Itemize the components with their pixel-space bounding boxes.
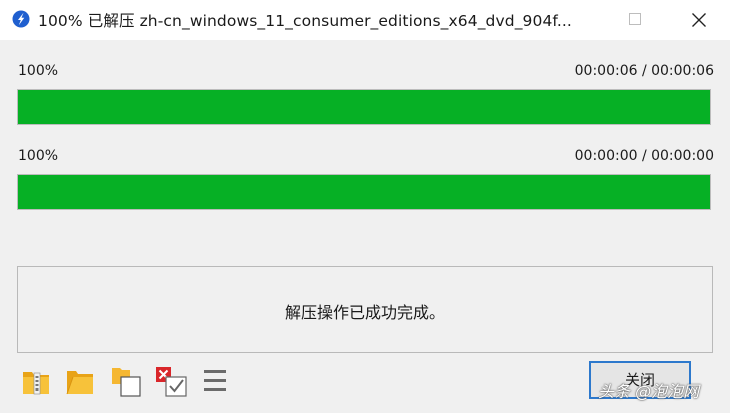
progress-percent-2: 100%	[18, 148, 59, 164]
title-bar[interactable]: 100% 已解压 zh-cn_windows_11_consumer_editi…	[0, 0, 730, 40]
maximize-icon	[629, 13, 641, 25]
progress-time-2: 00:00:00 / 00:00:00	[574, 148, 714, 164]
menu-icon[interactable]	[199, 364, 233, 398]
archive-folder-icon[interactable]	[20, 364, 54, 398]
minimize-icon	[559, 19, 571, 20]
progress-fill-2	[18, 175, 710, 209]
status-message-panel: 解压操作已成功完成。	[17, 266, 713, 353]
progress-bar-2	[17, 174, 711, 210]
copy-files-icon[interactable]	[108, 364, 142, 398]
progress-fill-1	[18, 90, 710, 124]
app-logo-icon	[12, 10, 30, 28]
status-message: 解压操作已成功完成。	[284, 303, 445, 322]
window-title: 100% 已解压 zh-cn_windows_11_consumer_editi…	[38, 12, 572, 30]
close-icon	[692, 13, 706, 27]
minimize-button[interactable]	[535, 0, 595, 40]
extraction-window: 100% 已解压 zh-cn_windows_11_consumer_editi…	[0, 0, 730, 413]
watermark-text: 头条 @泡泡网	[598, 382, 700, 401]
maximize-button[interactable]	[605, 0, 665, 40]
window-close-button[interactable]	[668, 0, 728, 40]
open-folder-icon[interactable]	[64, 364, 98, 398]
progress-time-1: 00:00:06 / 00:00:06	[574, 63, 714, 79]
progress-bar-1	[17, 89, 711, 125]
progress-percent-1: 100%	[18, 63, 59, 79]
delete-checkbox-icon[interactable]	[154, 364, 188, 398]
